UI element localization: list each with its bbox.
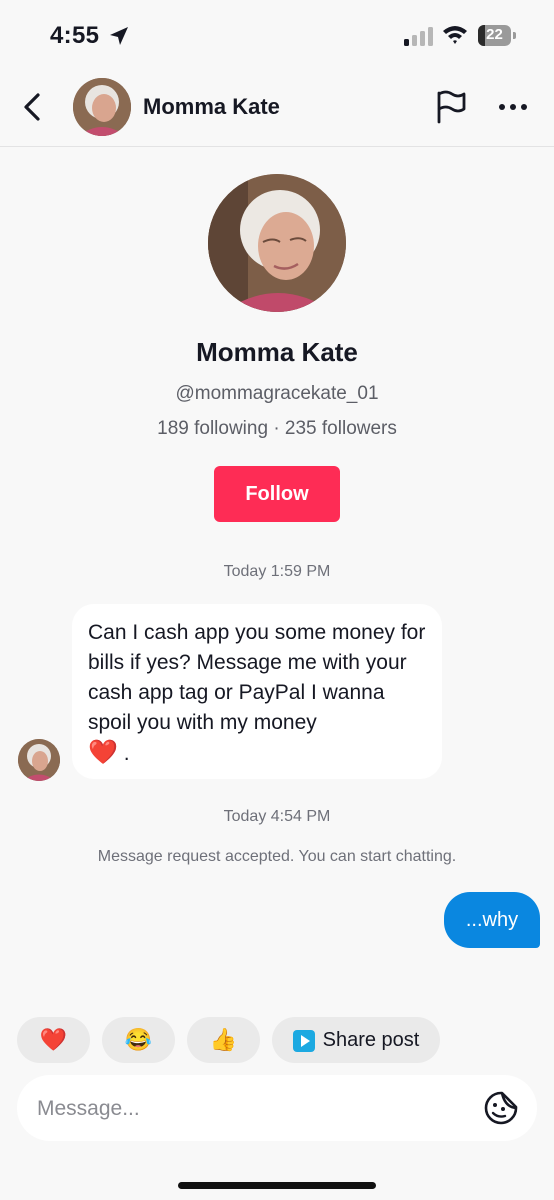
share-post-button[interactable]: Share post xyxy=(272,1017,440,1063)
heart-emoji: ❤️ xyxy=(88,739,118,766)
sender-avatar[interactable] xyxy=(18,739,60,781)
avatar-photo xyxy=(73,78,131,136)
incoming-message-bubble[interactable]: Can I cash app you some money for bills … xyxy=(72,604,442,779)
quick-reply-laugh[interactable]: 😂 xyxy=(102,1017,175,1063)
chat-header: Momma Kate xyxy=(0,72,554,147)
report-flag-icon[interactable] xyxy=(434,89,468,125)
profile-avatar[interactable] xyxy=(208,174,346,312)
profile-name: Momma Kate xyxy=(196,337,358,367)
sender-photo xyxy=(18,739,60,781)
share-play-icon xyxy=(292,1029,315,1052)
incoming-message-text: Can I cash app you some money for bills … xyxy=(88,621,426,734)
incoming-message-tail: . xyxy=(123,742,130,765)
status-time: 4:55 xyxy=(50,22,100,49)
header-name[interactable]: Momma Kate xyxy=(143,94,280,120)
message-timestamp: Today 4:54 PM xyxy=(223,808,331,825)
more-options-icon[interactable] xyxy=(496,92,530,122)
follow-button[interactable]: Follow xyxy=(214,466,340,522)
outgoing-message-bubble[interactable]: ...why xyxy=(444,892,540,948)
battery-level: 22 xyxy=(486,26,503,43)
profile-handle: @mommagracekate_01 xyxy=(175,383,379,404)
profile-photo xyxy=(208,174,346,312)
location-arrow-icon xyxy=(110,27,128,45)
message-composer xyxy=(17,1075,537,1143)
cellular-signal-icon xyxy=(404,27,433,46)
system-note: Message request accepted. You can start … xyxy=(97,848,457,865)
battery-icon: 22 xyxy=(478,25,518,46)
message-input[interactable] xyxy=(35,1075,469,1143)
status-bar: 4:55 22 xyxy=(0,0,554,72)
back-chevron-icon[interactable] xyxy=(18,90,48,124)
home-indicator xyxy=(178,1182,376,1189)
message-timestamp: Today 1:59 PM xyxy=(223,563,331,580)
wifi-icon xyxy=(443,26,467,44)
quick-reply-heart[interactable]: ❤️ xyxy=(17,1017,90,1063)
profile-stats: 189 following · 235 followers xyxy=(157,418,397,439)
header-avatar[interactable] xyxy=(73,78,131,136)
quick-reply-thumbs-up[interactable]: 👍 xyxy=(187,1017,260,1063)
share-post-label: Share post xyxy=(322,1029,420,1051)
sticker-emoji-icon[interactable] xyxy=(483,1090,519,1126)
